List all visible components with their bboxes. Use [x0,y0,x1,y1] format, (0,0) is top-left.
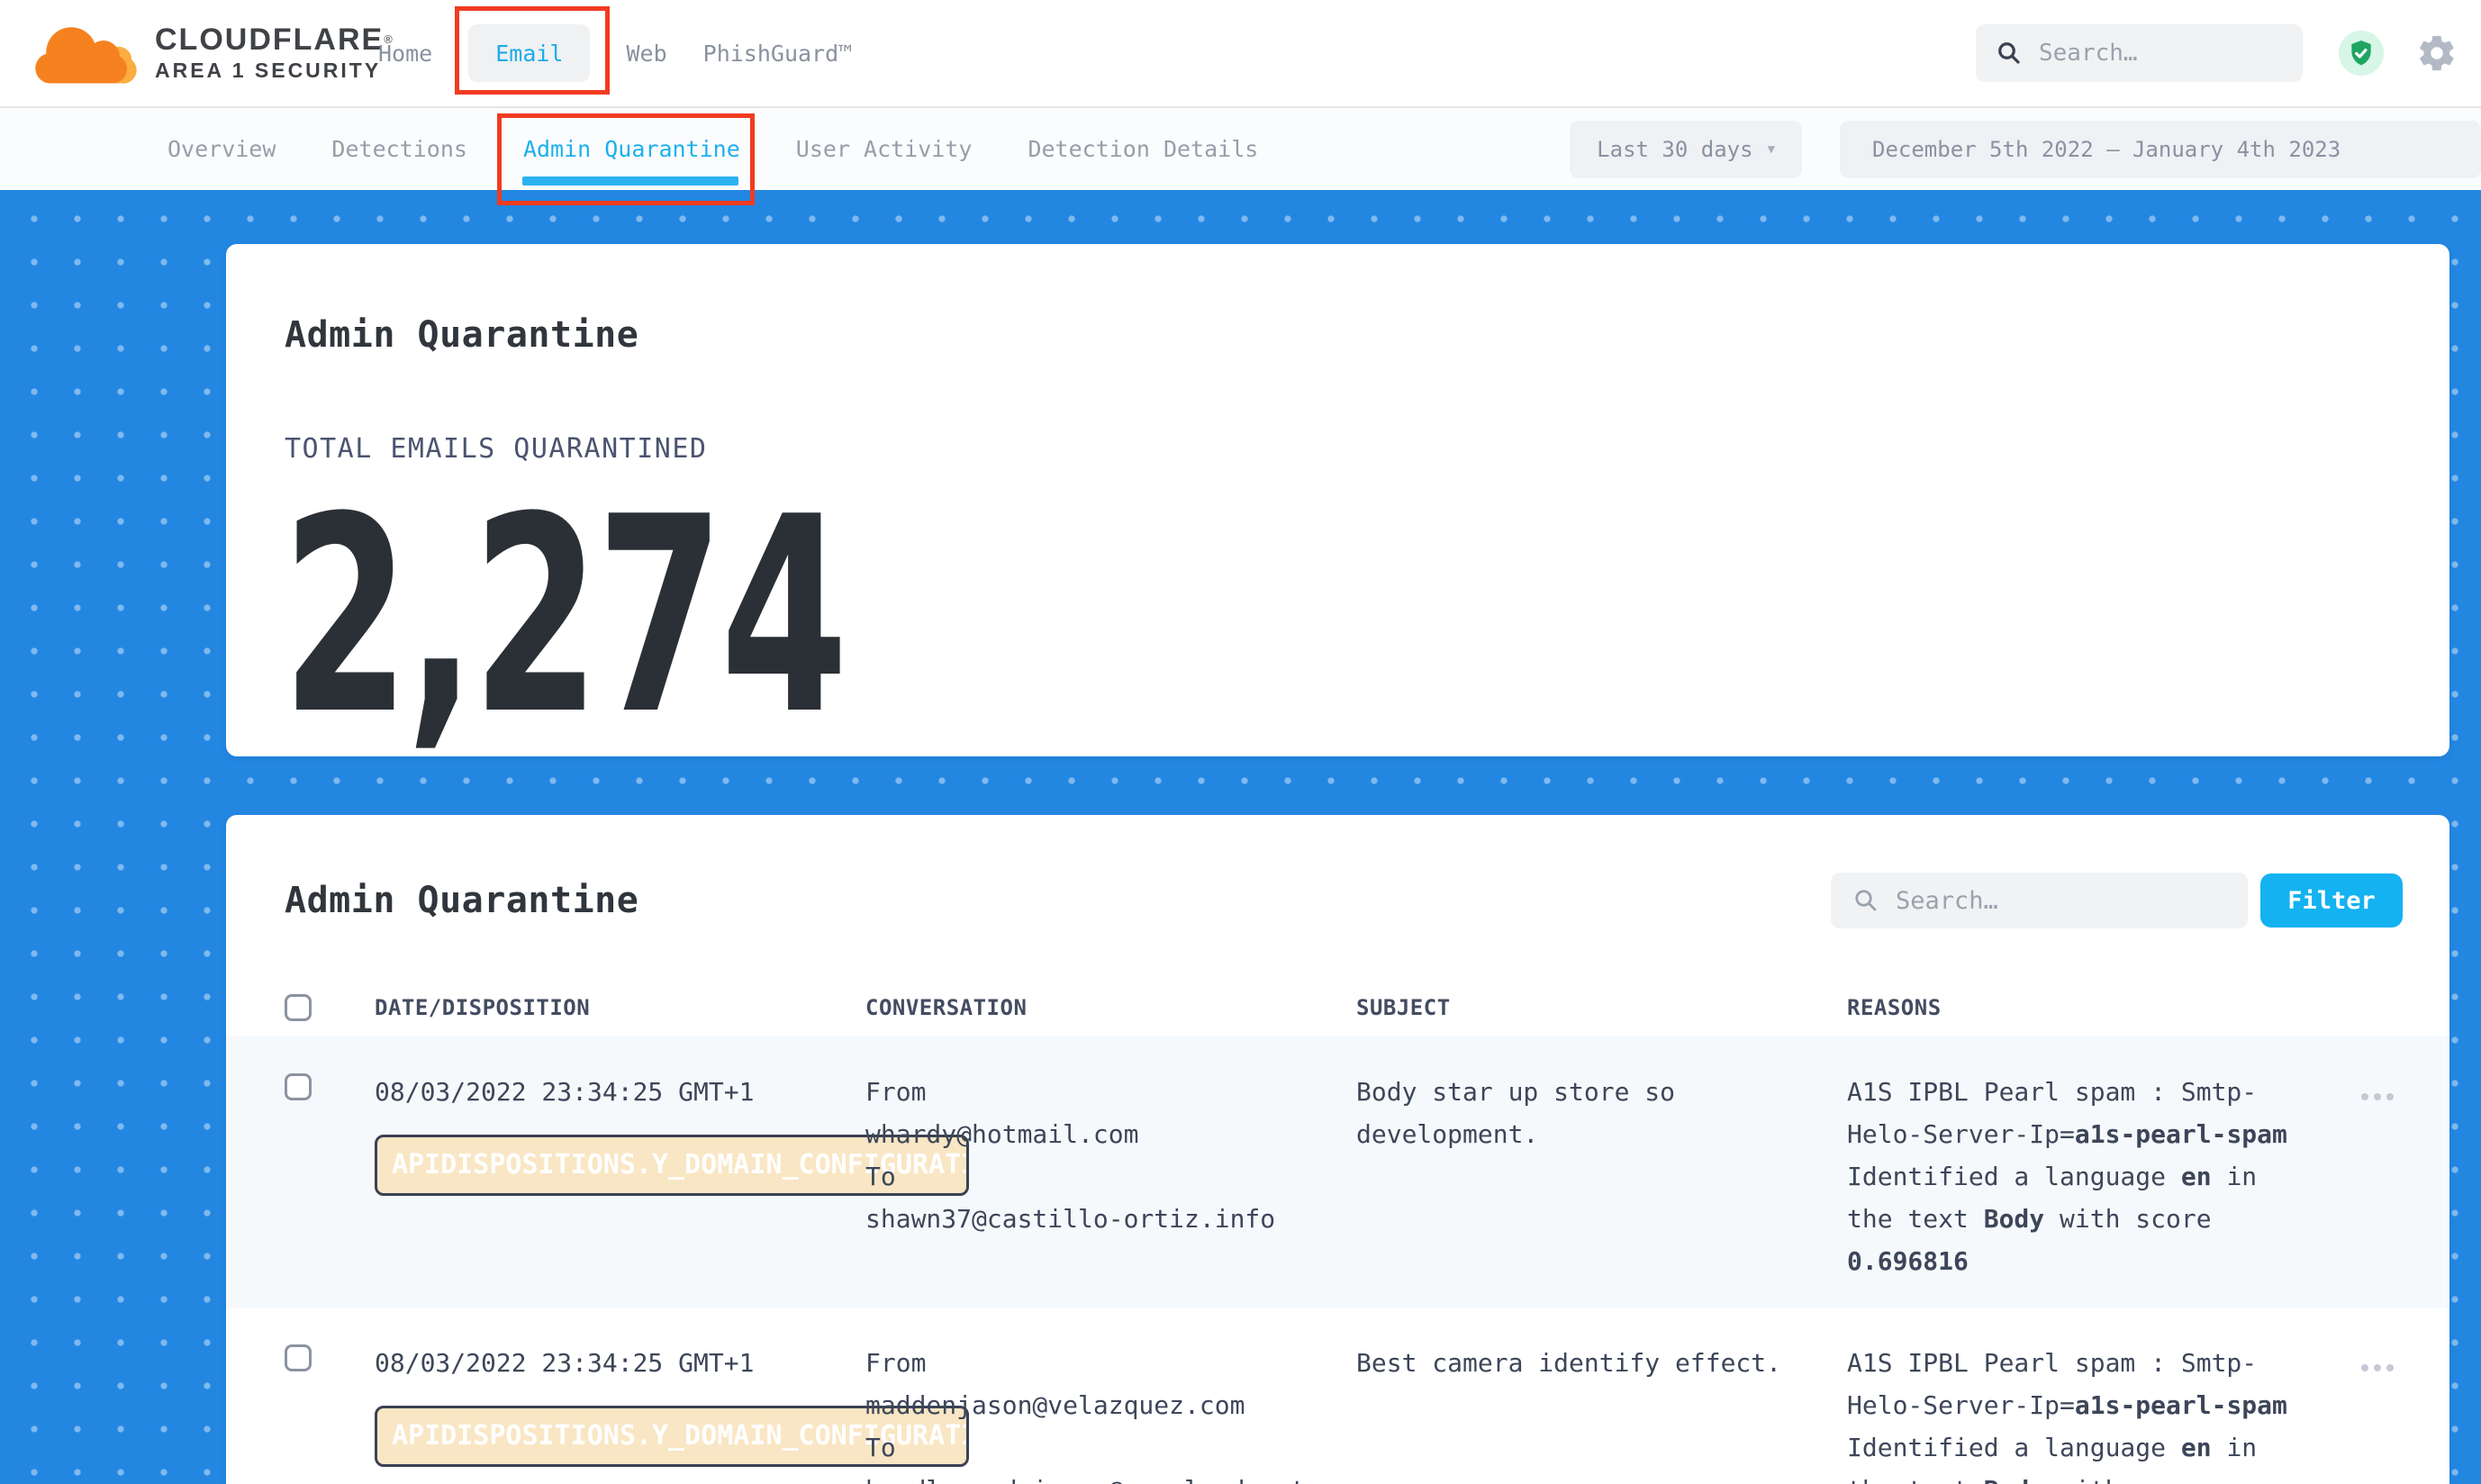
quarantine-table-card: Admin Quarantine Filter DATE/DISPOSITION… [226,815,2449,1484]
subject-cell: Best camera identify effect. [1356,1342,1797,1484]
column-header-subject: SUBJECT [1356,995,1847,1020]
period-label: Last 30 days [1597,137,1752,162]
reasons-cell: A1S IPBL Pearl spam : Smtp-Helo-Server-I… [1847,1071,2351,1282]
column-header-conversation: CONVERSATION [865,995,1356,1020]
to-address: shawn37@castillo-ortiz.info [865,1198,1356,1240]
table-header-row: DATE/DISPOSITION CONVERSATION SUBJECT RE… [226,979,2449,1036]
tab-detection-details[interactable]: Detection Details [1028,136,1258,162]
table-row: 08/03/2022 23:34:25 GMT+1 APIDISPOSITION… [226,1036,2449,1308]
email-subnav: Overview Detections Admin Quarantine Use… [0,106,2481,190]
subnav-right: Last 30 days ▼ December 5th 2022 — Janua… [1570,121,2481,178]
conversation-cell: From maddenjason@velazquez.com To bradle… [865,1342,1356,1484]
tab-overview[interactable]: Overview [168,136,276,162]
row-menu-icon[interactable] [2361,1093,2394,1100]
table-card-header: Admin Quarantine Filter [226,815,2449,928]
logo-text: CLOUDFLARE® AREA 1 SECURITY [155,24,394,83]
main-content: Admin Quarantine TOTAL EMAILS QUARANTINE… [0,190,2481,1484]
date-disposition-cell: 08/03/2022 23:34:25 GMT+1 APIDISPOSITION… [375,1071,865,1282]
cloudflare-logo[interactable]: CLOUDFLARE® AREA 1 SECURITY [32,19,362,87]
table-search[interactable] [1831,873,2248,928]
logo-subtitle: AREA 1 SECURITY [155,59,394,83]
conversation-cell: From whardy@hotmail.com To shawn37@casti… [865,1071,1356,1282]
table-row: 08/03/2022 23:34:25 GMT+1 APIDISPOSITION… [226,1308,2449,1484]
to-address: bradleyrodriguez@copeland.net [865,1469,1356,1484]
search-icon [1852,887,1879,914]
area1-dashboard: CLOUDFLARE® AREA 1 SECURITY Home Email W… [0,0,2481,1484]
subject-cell: Body star up store so development. [1356,1071,1797,1282]
primary-nav: Home Email Web PhishGuard™ [378,24,852,82]
row-date: 08/03/2022 23:34:25 GMT+1 [375,1071,865,1113]
tab-detections[interactable]: Detections [331,136,467,162]
from-address: maddenjason@velazquez.com [865,1384,1356,1426]
from-label: From [865,1071,1356,1113]
filter-button[interactable]: Filter [2260,873,2403,928]
settings-gear-icon[interactable] [2416,32,2458,74]
row-date: 08/03/2022 23:34:25 GMT+1 [375,1342,865,1384]
search-icon [1996,40,2023,67]
subnav-tabs: Overview Detections Admin Quarantine Use… [168,136,1258,162]
nav-item-phishguard[interactable]: PhishGuard™ [703,41,853,67]
table-card-title: Admin Quarantine [285,880,638,921]
to-label: To [865,1426,1356,1469]
nav-item-email-pill: Email [468,24,590,82]
column-header-reasons: REASONS [1847,995,2351,1020]
nav-item-email[interactable]: Email [495,41,563,67]
protection-status-badge[interactable] [2339,31,2384,76]
topnav-right [1976,24,2458,82]
shield-check-icon [2347,39,2376,68]
cloudflare-cloud-icon [32,19,142,87]
to-label: To [865,1155,1356,1198]
quarantine-stats-card: Admin Quarantine TOTAL EMAILS QUARANTINE… [226,244,2449,756]
active-tab-underline [522,176,738,186]
from-label: From [865,1342,1356,1384]
date-range-selector[interactable]: December 5th 2022 — January 4th 2023 [1840,121,2481,178]
date-range-label: December 5th 2022 — January 4th 2023 [1872,137,2341,162]
row-menu-icon[interactable] [2361,1364,2394,1371]
period-selector[interactable]: Last 30 days ▼ [1570,121,1802,178]
from-address: whardy@hotmail.com [865,1113,1356,1155]
tab-admin-quarantine[interactable]: Admin Quarantine [523,136,740,162]
tab-user-activity[interactable]: User Activity [796,136,973,162]
reasons-cell: A1S IPBL Pearl spam : Smtp-Helo-Server-I… [1847,1342,2351,1484]
top-navbar: CLOUDFLARE® AREA 1 SECURITY Home Email W… [0,0,2481,106]
chevron-down-icon: ▼ [1768,142,1775,157]
row-checkbox[interactable] [285,1344,312,1371]
nav-item-home[interactable]: Home [378,41,432,67]
row-checkbox[interactable] [285,1073,312,1100]
stats-card-title: Admin Quarantine [226,244,2449,356]
nav-item-web[interactable]: Web [626,41,666,67]
global-search-input[interactable] [2037,39,2257,68]
logo-wordmark: CLOUDFLARE® [155,24,394,55]
date-disposition-cell: 08/03/2022 23:34:25 GMT+1 APIDISPOSITION… [375,1342,865,1484]
metric-value: 2,274 [282,506,1756,728]
table-search-input[interactable] [1894,886,2204,916]
column-header-date: DATE/DISPOSITION [375,995,865,1020]
select-all-checkbox[interactable] [285,994,312,1021]
global-search[interactable] [1976,24,2303,82]
